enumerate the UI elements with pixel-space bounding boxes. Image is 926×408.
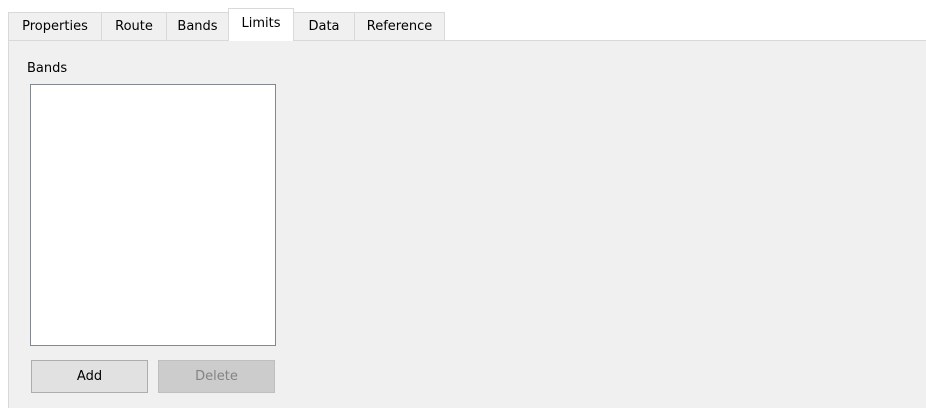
tab-properties[interactable]: Properties	[8, 12, 102, 40]
add-button[interactable]: Add	[31, 360, 148, 393]
tab-route[interactable]: Route	[101, 12, 167, 40]
tab-reference[interactable]: Reference	[354, 12, 445, 40]
tab-bands[interactable]: Bands	[166, 12, 229, 40]
tab-strip: Properties Route Bands Limits Data Refer…	[8, 8, 926, 41]
limits-tab-panel: Bands Add Delete	[8, 40, 926, 408]
bands-label: Bands	[27, 61, 68, 76]
tab-control: Properties Route Bands Limits Data Refer…	[8, 8, 926, 408]
delete-button: Delete	[158, 360, 275, 393]
tab-limits[interactable]: Limits	[228, 8, 294, 41]
tab-data[interactable]: Data	[293, 12, 355, 40]
bands-listbox[interactable]	[30, 84, 276, 346]
